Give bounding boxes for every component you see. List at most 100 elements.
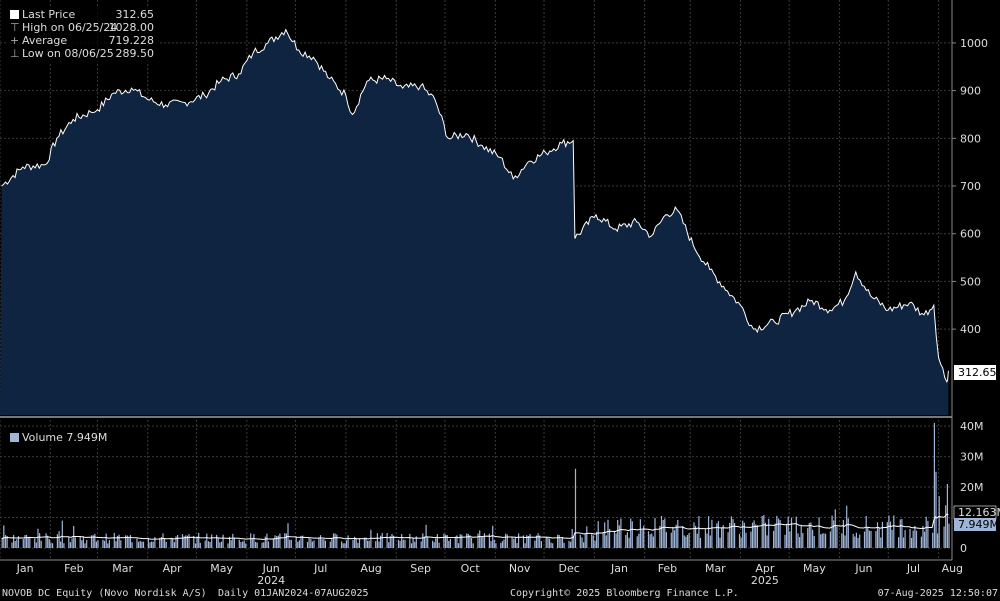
- volume-bar: [639, 519, 641, 548]
- volume-bar: [196, 536, 198, 548]
- volume-bar: [516, 543, 518, 548]
- volume-bar: [763, 515, 765, 548]
- volume-bar: [833, 520, 835, 548]
- volume-bar: [888, 515, 890, 548]
- high-marker-icon: ⊤: [10, 21, 20, 34]
- price-tick-label: 400: [960, 323, 981, 336]
- volume-bar: [766, 535, 768, 548]
- x-tick-label: Mar: [705, 562, 726, 575]
- volume-bar: [206, 533, 208, 548]
- volume-bar: [924, 531, 926, 548]
- volume-bar: [386, 533, 388, 548]
- price-tick-label: 1000: [960, 37, 988, 50]
- volume-bar: [605, 535, 607, 548]
- volume-tick-label: 30M: [960, 451, 984, 464]
- volume-bar: [177, 535, 179, 548]
- volume-bar: [846, 505, 848, 548]
- volume-bar: [617, 520, 619, 548]
- volume-bar: [1, 538, 3, 548]
- volume-bar: [932, 532, 934, 548]
- legend-high[interactable]: ⊤ High on 06/25/24 1028.00: [10, 21, 154, 34]
- volume-bar: [61, 520, 63, 548]
- volume-bar: [173, 542, 175, 548]
- volume-bar: [922, 526, 924, 548]
- volume-bar: [654, 517, 656, 548]
- volume-bar: [435, 538, 437, 548]
- volume-bar: [682, 525, 684, 548]
- volume-bar: [311, 541, 313, 548]
- volume-bar: [685, 536, 687, 548]
- volume-bar: [693, 522, 695, 548]
- legend-high-label: High on 06/25/24: [22, 21, 118, 34]
- volume-bar: [675, 524, 677, 548]
- volume-bar: [802, 533, 804, 548]
- price-tick-label: 600: [960, 228, 981, 241]
- volume-bar: [505, 533, 507, 548]
- volume-bar: [461, 534, 463, 548]
- volume-bar: [591, 534, 593, 548]
- volume-bar: [115, 541, 117, 548]
- volume-bar: [891, 529, 893, 548]
- legend-low-label: Low on 08/06/25: [22, 47, 114, 60]
- volume-bar: [695, 525, 697, 548]
- legend-average[interactable]: + Average 719.228: [10, 34, 154, 47]
- volume-bar: [500, 542, 502, 548]
- volume-bar: [480, 537, 482, 548]
- volume-bar: [831, 515, 833, 548]
- volume-bar: [358, 538, 361, 548]
- volume-last-tag-label: 7.949M: [958, 518, 999, 531]
- volume-bar: [306, 542, 309, 548]
- volume-bar: [313, 540, 315, 548]
- volume-bar: [786, 524, 788, 548]
- volume-bar: [920, 536, 922, 548]
- volume-bar: [276, 536, 278, 548]
- x-tick-label: Jul: [906, 562, 920, 575]
- volume-bar: [558, 534, 560, 548]
- volume-bar: [131, 542, 133, 548]
- volume-bar: [401, 534, 403, 548]
- volume-bar: [583, 542, 585, 548]
- volume-bar: [636, 536, 638, 548]
- volume-bar: [216, 534, 218, 548]
- volume-bar: [412, 537, 414, 548]
- footer-period: Daily 01JAN2024-07AUG2025: [218, 588, 369, 599]
- volume-bar: [256, 542, 258, 548]
- volume-bar: [584, 533, 586, 548]
- volume-bar: [732, 519, 734, 548]
- volume-bar: [318, 537, 320, 548]
- volume-bar: [604, 522, 606, 548]
- volume-bar: [649, 534, 651, 548]
- volume-bar: [378, 541, 380, 548]
- volume-bar: [209, 542, 211, 548]
- volume-bar: [368, 540, 370, 548]
- volume-bar: [870, 530, 872, 548]
- volume-bar: [329, 541, 331, 548]
- volume-bar: [711, 519, 713, 548]
- volume-bar: [438, 542, 440, 548]
- volume-bar: [730, 516, 732, 548]
- volume-bar: [459, 534, 461, 548]
- volume-bar: [844, 535, 846, 548]
- volume-legend[interactable]: Volume 7.949M: [6, 430, 112, 445]
- volume-bar: [204, 540, 206, 548]
- x-tick-label: May: [210, 562, 233, 575]
- volume-bar: [524, 543, 526, 548]
- volume-bar: [638, 533, 640, 548]
- legend-low[interactable]: ⊥ Low on 08/06/25 289.50: [10, 47, 154, 60]
- volume-bar: [297, 541, 299, 548]
- legend-last-price[interactable]: Last Price 312.65: [10, 8, 154, 21]
- volume-legend-label: Volume: [22, 431, 63, 444]
- volume-bar: [81, 540, 83, 548]
- x-tick-label: Jun: [854, 562, 872, 575]
- volume-bar: [876, 522, 879, 548]
- volume-bar: [136, 538, 138, 548]
- volume-bar: [797, 533, 799, 548]
- volume-bar: [821, 533, 823, 548]
- volume-bar: [151, 541, 153, 548]
- volume-bar: [94, 533, 96, 548]
- legend-last-label: Last Price: [22, 8, 76, 21]
- volume-bar: [321, 539, 323, 548]
- price-tick-label: 700: [960, 180, 981, 193]
- volume-bar: [29, 536, 31, 548]
- volume-bar: [698, 516, 700, 548]
